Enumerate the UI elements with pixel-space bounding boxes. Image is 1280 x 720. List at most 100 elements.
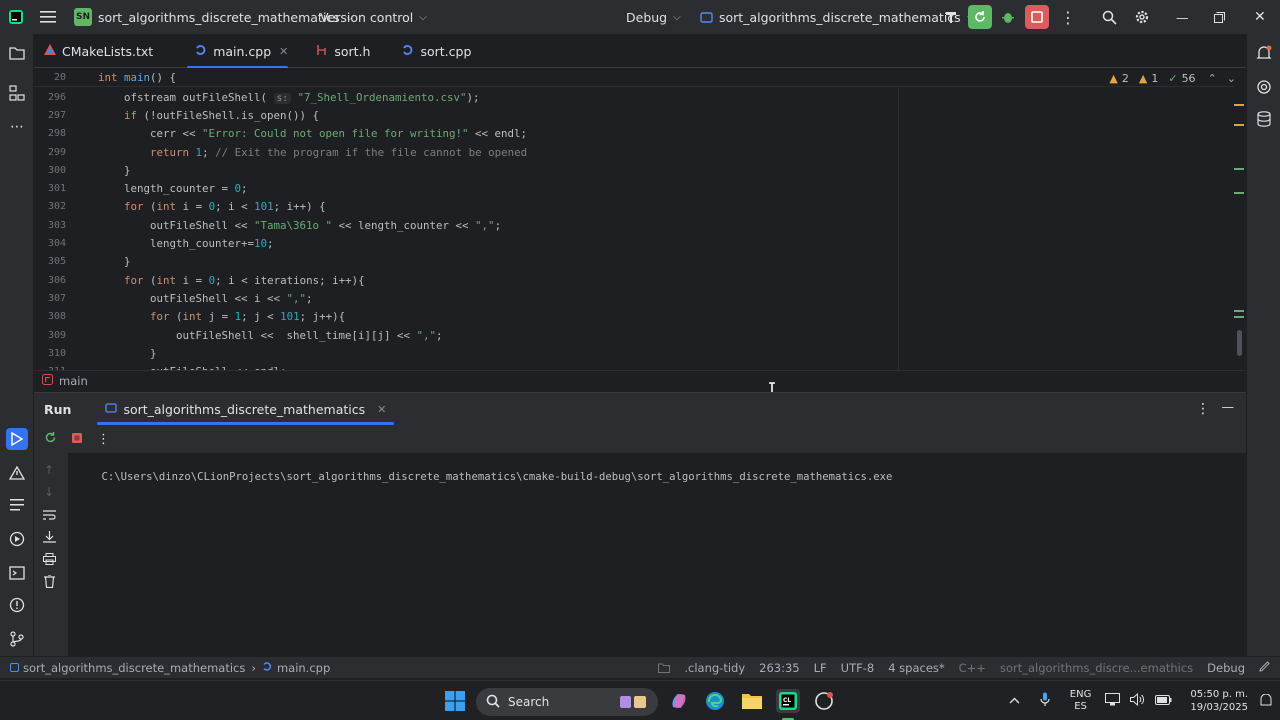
tab-main-cpp[interactable]: main.cpp ✕ (183, 34, 300, 69)
problems-icon[interactable] (6, 594, 28, 616)
settings-gear-icon[interactable] (1134, 0, 1150, 34)
line-separator[interactable]: LF (814, 661, 827, 675)
code-line-row[interactable]: 310 } (34, 344, 1234, 362)
code-line-row[interactable]: 300 } (34, 161, 1234, 179)
code-line: outFileShell << "Tama\361o " << length_c… (98, 218, 502, 232)
print-icon[interactable] (43, 553, 56, 568)
code-line-row[interactable]: 309 outFileShell << shell_time[i][j] << … (34, 326, 1234, 344)
clang-tidy-widget[interactable]: .clang-tidy (658, 661, 745, 675)
status-path-project[interactable]: sort_algorithms_discrete_mathematics (23, 661, 245, 675)
close-tab-icon[interactable]: ✕ (279, 45, 288, 58)
scroll-to-end-icon[interactable] (43, 531, 56, 546)
sticky-line[interactable]: 20 int main() { (34, 69, 1234, 88)
tab-sort-cpp[interactable]: sort.cpp (390, 34, 483, 68)
windows-start-icon[interactable] (443, 689, 467, 713)
inspection-widget[interactable]: ▲ 2 ▲ 1 ✓ 56 ⌃ ⌄ (1109, 68, 1236, 88)
hide-panel-icon[interactable]: — (1222, 399, 1235, 414)
code-editor[interactable]: 20 int main() { 296 ofstream outFileShel… (34, 68, 1246, 370)
caret-position[interactable]: 263:35 (759, 661, 799, 675)
project-badge: SN (74, 8, 92, 26)
copilot-icon[interactable] (667, 689, 691, 713)
build-config-selector[interactable]: Debug ⌵ (626, 0, 681, 34)
terminal-icon[interactable] (6, 562, 28, 584)
build-profile[interactable]: Debug (1207, 661, 1245, 675)
taskbar-search[interactable]: Search (476, 688, 658, 716)
code-line-row[interactable]: 311 outFileShell << endl; (34, 363, 1234, 370)
main-menu-icon[interactable] (40, 0, 56, 34)
tab-sort-h[interactable]: sort.h (304, 34, 382, 68)
soft-wrap-icon[interactable] (43, 509, 56, 524)
title-bar: SN sort_algorithms_discrete_mathematics … (0, 0, 1280, 34)
next-highlight-icon[interactable]: ⌄ (1227, 72, 1236, 85)
code-line-row[interactable]: 305 } (34, 253, 1234, 271)
close-tab-icon[interactable]: ✕ (377, 403, 386, 416)
input-language[interactable]: ENG ES (1070, 689, 1092, 713)
build-hammer-icon[interactable] (944, 0, 958, 34)
file-encoding[interactable]: UTF-8 (841, 661, 875, 675)
more-options-icon[interactable]: ⋮ (97, 432, 110, 447)
network-icon[interactable] (1105, 693, 1121, 709)
restore-window-icon[interactable] (1214, 0, 1225, 34)
edge-browser-icon[interactable] (703, 689, 727, 713)
notifications-bell-icon[interactable] (1253, 42, 1275, 64)
options-menu-icon[interactable]: ⋮ (1196, 401, 1210, 417)
todo-list-icon[interactable] (6, 494, 28, 516)
clion-taskbar-icon[interactable]: CL (776, 689, 800, 713)
ai-assistant-icon[interactable] (1253, 76, 1275, 98)
vcs-selector[interactable]: Version control ⌵ (320, 0, 427, 34)
language-label[interactable]: C++ (959, 661, 986, 675)
structure-icon[interactable] (6, 82, 28, 104)
git-branch-icon[interactable] (6, 628, 28, 650)
edit-lock-icon[interactable] (1259, 661, 1270, 675)
code-line-row[interactable]: 302 for (int i = 0; i < 101; i++) { (34, 198, 1234, 216)
database-icon[interactable] (1253, 108, 1275, 130)
code-line-row[interactable]: 297 if (!outFileShell.is_open()) { (34, 106, 1234, 124)
stop-button[interactable] (1025, 0, 1049, 34)
previous-highlight-icon[interactable]: ⌃ (1208, 72, 1217, 85)
breadcrumb-function[interactable]: main (59, 374, 88, 388)
more-actions-icon[interactable]: ⋮ (1060, 0, 1076, 34)
clion-logo-icon[interactable] (8, 0, 24, 34)
clear-trash-icon[interactable] (44, 574, 55, 591)
debug-bug-icon[interactable] (1000, 0, 1016, 34)
indent-setting[interactable]: 4 spaces* (888, 661, 944, 675)
code-line-row[interactable]: 304 length_counter+=10; (34, 234, 1234, 252)
more-tools-icon[interactable]: ⋯ (6, 116, 28, 138)
search-everywhere-icon[interactable] (1102, 0, 1117, 34)
run-target-selector[interactable]: sort_algorithms_discrete_mathematics ⌵ (700, 0, 974, 34)
minimize-window-icon[interactable]: — (1176, 0, 1189, 34)
github-desktop-icon[interactable] (812, 689, 836, 713)
code-line-row[interactable]: 298 cerr << "Error: Could not open file … (34, 125, 1234, 143)
console-output[interactable]: C:\Users\dinzo\CLionProjects\sort_algori… (68, 453, 1246, 657)
code-line-row[interactable]: 299 return 1; // Exit the program if the… (34, 143, 1234, 161)
code-line: outFileShell << shell_time[i][j] << ","; (98, 328, 443, 342)
code-line-row[interactable]: 308 for (int j = 1; j < 101; j++){ (34, 308, 1234, 326)
file-explorer-icon[interactable] (740, 689, 764, 713)
tab-cmakelists[interactable]: CMakeLists.txt (34, 34, 165, 68)
editor-scrollbar-thumb[interactable] (1237, 330, 1242, 356)
status-path-file[interactable]: main.cpp (277, 661, 330, 675)
run-config-tab[interactable]: sort_algorithms_discrete_mathematics ✕ (97, 393, 395, 425)
battery-icon[interactable] (1155, 694, 1172, 708)
run-tool-icon[interactable] (6, 428, 28, 450)
code-line-row[interactable]: 306 for (int i = 0; i < iterations; i++)… (34, 271, 1234, 289)
code-line-row[interactable]: 307 outFileShell << i << ","; (34, 289, 1234, 307)
microphone-icon[interactable] (1040, 692, 1050, 710)
problems-warning-icon[interactable] (6, 462, 28, 484)
close-window-icon[interactable]: ✕ (1254, 0, 1266, 34)
project-selector[interactable]: SN sort_algorithms_discrete_mathematics … (74, 0, 353, 34)
system-clock[interactable]: 05:50 p. m. 19/03/2025 (1190, 688, 1248, 714)
services-icon[interactable] (6, 528, 28, 550)
resolve-context[interactable]: sort_algorithms_discre...emathics (1000, 661, 1193, 675)
scroll-up-icon[interactable]: ↑ (44, 463, 54, 477)
code-line-row[interactable]: 303 outFileShell << "Tama\361o " << leng… (34, 216, 1234, 234)
code-line-row[interactable]: 301 length_counter = 0; (34, 180, 1234, 198)
show-hidden-icons-icon[interactable] (1009, 696, 1020, 707)
notification-center-icon[interactable] (1260, 693, 1272, 709)
project-folder-icon[interactable] (6, 42, 28, 64)
code-line-row[interactable]: 296 ofstream outFileShell( s: "7_Shell_O… (34, 88, 1234, 106)
rerun-button[interactable] (968, 0, 992, 34)
stop-icon[interactable] (71, 432, 83, 447)
scroll-down-icon[interactable]: ↓ (44, 485, 54, 499)
volume-icon[interactable] (1130, 692, 1145, 709)
